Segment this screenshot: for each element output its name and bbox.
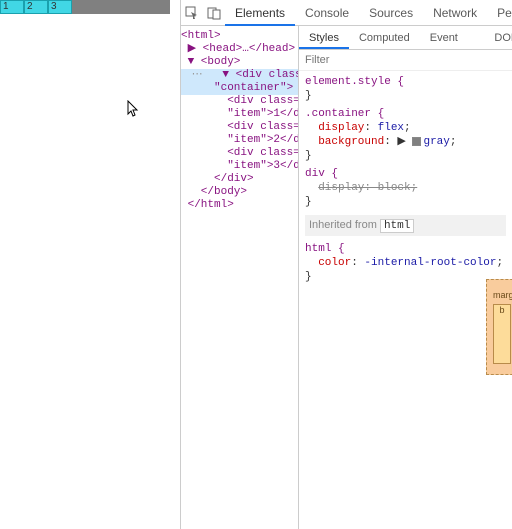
box-model-widget[interactable]: marg b <box>486 279 512 389</box>
device-toggle-icon[interactable] <box>207 4 221 22</box>
tab-console[interactable]: Console <box>295 0 359 26</box>
dom-node-html[interactable]: <html> <box>181 30 298 43</box>
selected-node-container[interactable]: ⋯ ▼ <div class= <box>181 69 298 82</box>
overridden-property: display: block; <box>318 182 417 194</box>
selected-node-container-2[interactable]: "container"> == $0 <box>181 82 298 95</box>
styles-panel: Styles Computed Event Listeners DOM Br e… <box>299 26 512 529</box>
subtab-event-listeners[interactable]: Event Listeners <box>420 26 485 49</box>
box-model-border: b <box>493 304 511 364</box>
dom-tree[interactable]: <html> ▶ <head>…</head> ▼ <body> ⋯ ▼ <di… <box>181 26 299 529</box>
flex-container[interactable]: 1 2 3 <box>0 0 170 14</box>
dom-node-item1a[interactable]: <div class= <box>181 95 298 108</box>
dom-node-head[interactable]: ▶ <head>…</head> <box>181 43 298 56</box>
tab-sources[interactable]: Sources <box>359 0 423 26</box>
color-swatch-icon[interactable] <box>412 137 421 146</box>
subtab-dom-breakpoints[interactable]: DOM Br <box>484 26 512 49</box>
tab-network[interactable]: Network <box>423 0 487 26</box>
dom-node-item2a[interactable]: <div class= <box>181 121 298 134</box>
css-rules[interactable]: element.style { } .container { display: … <box>299 71 512 292</box>
styles-subtabs: Styles Computed Event Listeners DOM Br <box>299 26 512 50</box>
box-model-margin-label: marg <box>493 290 511 300</box>
filter-bar <box>299 50 512 71</box>
dom-node-item2b[interactable]: "item">2</div> <box>181 134 298 147</box>
dom-node-body[interactable]: ▼ <body> <box>181 56 298 69</box>
rule-container[interactable]: .container { display: flex; background: … <box>305 107 506 163</box>
dom-node-html-close[interactable]: </html> <box>181 199 298 212</box>
dom-node-body-close[interactable]: </body> <box>181 186 298 199</box>
dom-node-item3b[interactable]: "item">3</div> <box>181 160 298 173</box>
page-preview: 1 2 3 <box>0 0 170 14</box>
flex-item-2[interactable]: 2 <box>24 0 48 14</box>
devtools-panel: Elements Console Sources Network Perform… <box>180 0 512 529</box>
tab-elements[interactable]: Elements <box>225 0 295 26</box>
inherited-tag[interactable]: html <box>380 219 414 233</box>
subtab-styles[interactable]: Styles <box>299 26 349 49</box>
inspect-icon[interactable] <box>185 4 199 22</box>
flex-item-3[interactable]: 3 <box>48 0 72 14</box>
filter-input[interactable] <box>299 50 512 70</box>
rule-html[interactable]: html { color: -internal-root-color; } <box>305 242 506 284</box>
dom-node-item3a[interactable]: <div class= <box>181 147 298 160</box>
tab-performance[interactable]: Performance <box>487 0 512 26</box>
ellipsis-icon: ⋯ <box>181 69 203 81</box>
mouse-cursor-icon <box>127 100 141 118</box>
devtools-tabbar: Elements Console Sources Network Perform… <box>181 0 512 26</box>
inherited-from-label: Inherited from html <box>305 215 506 236</box>
subtab-computed[interactable]: Computed <box>349 26 420 49</box>
dom-node-div-close[interactable]: </div> <box>181 173 298 186</box>
flex-item-1[interactable]: 1 <box>0 0 24 14</box>
dom-node-item1b[interactable]: "item">1</div> <box>181 108 298 121</box>
rule-div[interactable]: div { display: block; } <box>305 167 506 209</box>
rule-element-style[interactable]: element.style { } <box>305 75 506 103</box>
